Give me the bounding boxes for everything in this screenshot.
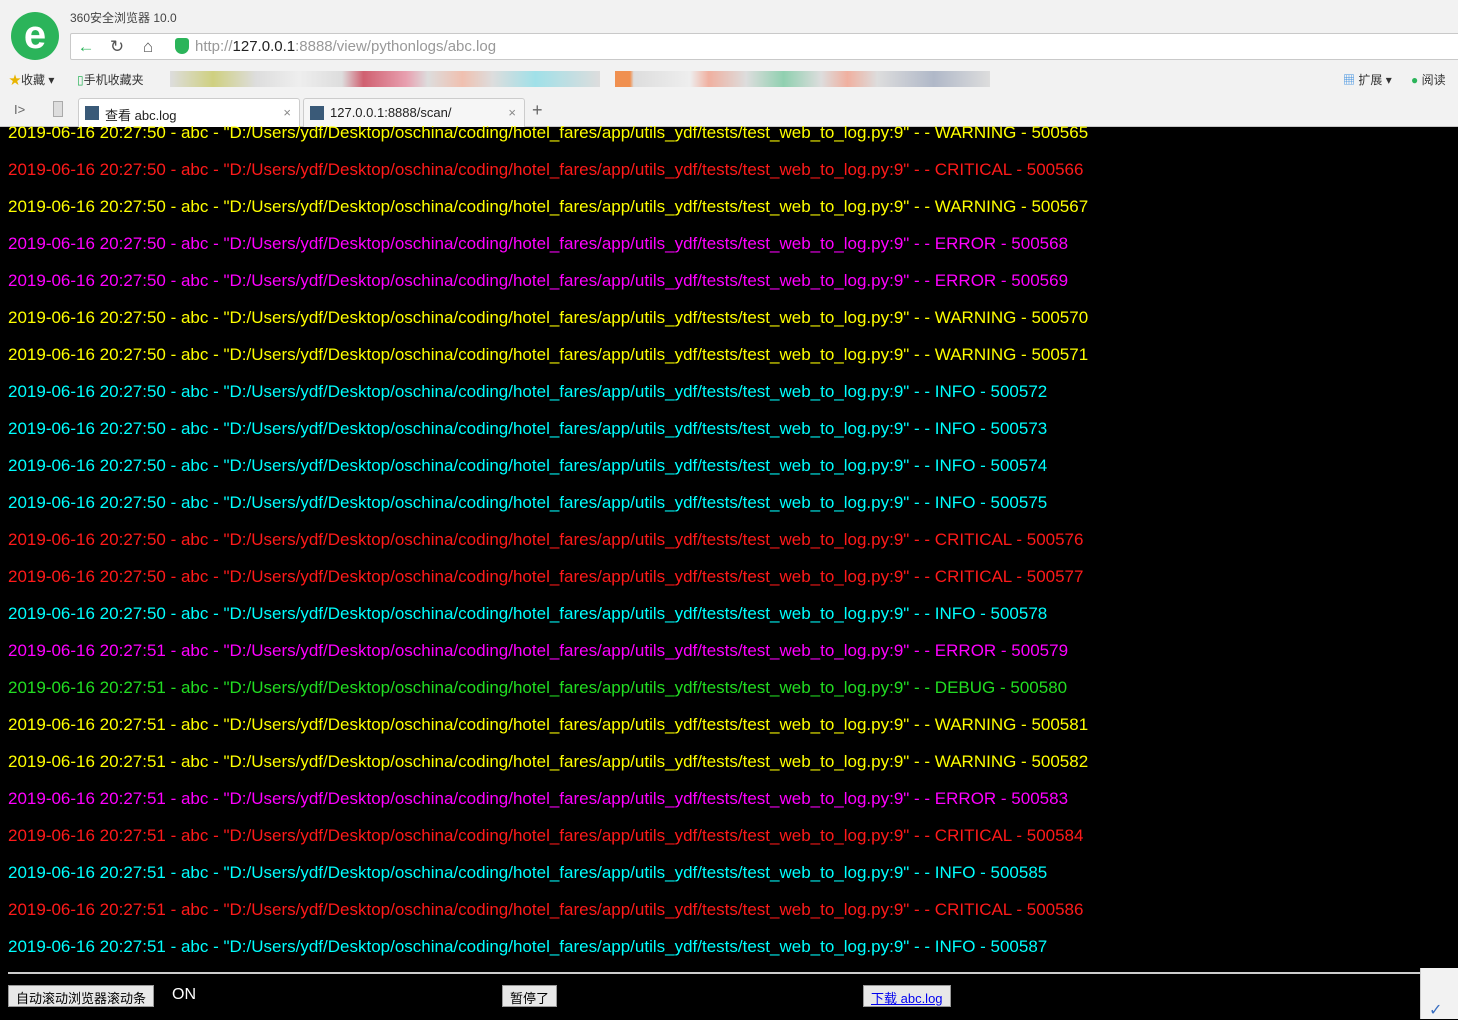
log-line-critical: 2019-06-16 20:27:51 - abc - "D:/Users/yd…	[8, 826, 1084, 845]
log-line-warning: 2019-06-16 20:27:51 - abc - "D:/Users/yd…	[8, 752, 1089, 771]
extensions-label: 扩展	[1358, 73, 1383, 87]
browser-title: 360安全浏览器 10.0	[70, 11, 177, 25]
favorites-menu[interactable]: ★收藏 ▾	[9, 71, 54, 88]
log-line-error: 2019-06-16 20:27:51 - abc - "D:/Users/yd…	[8, 789, 1069, 808]
home-icon[interactable]: ⌂	[135, 37, 161, 57]
log-line-warning: 2019-06-16 20:27:51 - abc - "D:/Users/yd…	[8, 715, 1089, 734]
log-line-info: 2019-06-16 20:27:50 - abc - "D:/Users/yd…	[8, 419, 1048, 438]
url-path: :8888/view/pythonlogs/abc.log	[295, 38, 497, 55]
log-line-info: 2019-06-16 20:27:50 - abc - "D:/Users/yd…	[8, 493, 1048, 512]
log-line-error: 2019-06-16 20:27:50 - abc - "D:/Users/yd…	[8, 234, 1069, 253]
extensions-icon: ▦	[1343, 73, 1356, 87]
log-line-error: 2019-06-16 20:27:50 - abc - "D:/Users/yd…	[8, 271, 1069, 290]
sidebar-toggle-icon[interactable]: I>	[14, 102, 25, 117]
log-output: 2019-06-16 20:27:50 - abc - "D:/Users/yd…	[8, 120, 1420, 968]
tab-label: 127.0.0.1:8888/scan/	[330, 105, 452, 120]
mobile-favorites[interactable]: ▯手机收藏夹	[77, 71, 144, 88]
new-tab-icon[interactable]: +	[532, 100, 543, 121]
log-line-info: 2019-06-16 20:27:51 - abc - "D:/Users/yd…	[8, 937, 1048, 956]
close-tab-icon[interactable]: ×	[283, 105, 291, 120]
favorites-label: 收藏	[21, 73, 46, 87]
device-icon[interactable]	[53, 101, 63, 117]
log-line-warning: 2019-06-16 20:27:50 - abc - "D:/Users/yd…	[8, 197, 1089, 216]
pause-button[interactable]: 暂停了	[502, 985, 558, 1007]
log-line-debug: 2019-06-16 20:27:51 - abc - "D:/Users/yd…	[8, 678, 1068, 697]
phone-icon: ▯	[77, 73, 84, 87]
address-bar[interactable]: ← ↻ ⌂ http://127.0.0.1:8888/view/pythonl…	[70, 33, 1458, 60]
browser-chrome: e 360安全浏览器 10.0 ← ↻ ⌂ http://127.0.0.1:8…	[0, 0, 1458, 127]
reader-button[interactable]: ● 阅读	[1411, 71, 1446, 88]
autoscroll-state: ON	[172, 986, 196, 1003]
extensions-button[interactable]: ▦ 扩展 ▾	[1343, 71, 1392, 88]
download-log-link[interactable]: 下载 abc.log	[863, 985, 951, 1007]
url-prefix: http://	[195, 38, 233, 55]
security-shield-icon	[175, 38, 189, 54]
log-line-warning: 2019-06-16 20:27:50 - abc - "D:/Users/yd…	[8, 345, 1089, 364]
log-line-critical: 2019-06-16 20:27:51 - abc - "D:/Users/yd…	[8, 900, 1084, 919]
log-line-critical: 2019-06-16 20:27:50 - abc - "D:/Users/yd…	[8, 160, 1084, 179]
log-line-info: 2019-06-16 20:27:50 - abc - "D:/Users/yd…	[8, 382, 1048, 401]
log-line-info: 2019-06-16 20:27:50 - abc - "D:/Users/yd…	[8, 604, 1048, 623]
blurred-bookmarks	[170, 71, 600, 87]
check-icon[interactable]: ✓	[1429, 1000, 1442, 1020]
autoscroll-button[interactable]: 自动滚动浏览器滚动条	[8, 985, 155, 1007]
side-panel: ✓	[1420, 968, 1458, 1019]
refresh-icon[interactable]: ↻	[104, 37, 130, 57]
back-icon[interactable]: ←	[73, 37, 99, 57]
tab-favicon-icon	[310, 106, 324, 120]
log-line-critical: 2019-06-16 20:27:50 - abc - "D:/Users/yd…	[8, 530, 1084, 549]
mobile-favorites-label: 手机收藏夹	[83, 73, 144, 87]
reader-icon: ●	[1411, 73, 1419, 87]
log-line-error: 2019-06-16 20:27:51 - abc - "D:/Users/yd…	[8, 641, 1069, 660]
log-line-warning: 2019-06-16 20:27:50 - abc - "D:/Users/yd…	[8, 308, 1089, 327]
log-line-info: 2019-06-16 20:27:51 - abc - "D:/Users/yd…	[8, 863, 1048, 882]
close-tab-icon[interactable]: ×	[508, 105, 516, 120]
browser-logo-icon: e	[11, 12, 59, 60]
star-icon: ★	[9, 73, 22, 87]
url-host: 127.0.0.1	[232, 38, 296, 55]
log-line-warning: 2019-06-16 20:27:50 - abc - "D:/Users/yd…	[8, 123, 1089, 142]
control-bar: 自动滚动浏览器滚动条 ON 暂停了 下载 abc.log	[8, 972, 1420, 1019]
blurred-bookmarks-2	[615, 71, 990, 87]
log-line-critical: 2019-06-16 20:27:50 - abc - "D:/Users/yd…	[8, 567, 1084, 586]
tab-favicon-icon	[85, 106, 99, 120]
reader-label: 阅读	[1421, 73, 1446, 87]
log-line-info: 2019-06-16 20:27:50 - abc - "D:/Users/yd…	[8, 456, 1048, 475]
url-input[interactable]: http://127.0.0.1:8888/view/pythonlogs/ab…	[195, 38, 496, 55]
